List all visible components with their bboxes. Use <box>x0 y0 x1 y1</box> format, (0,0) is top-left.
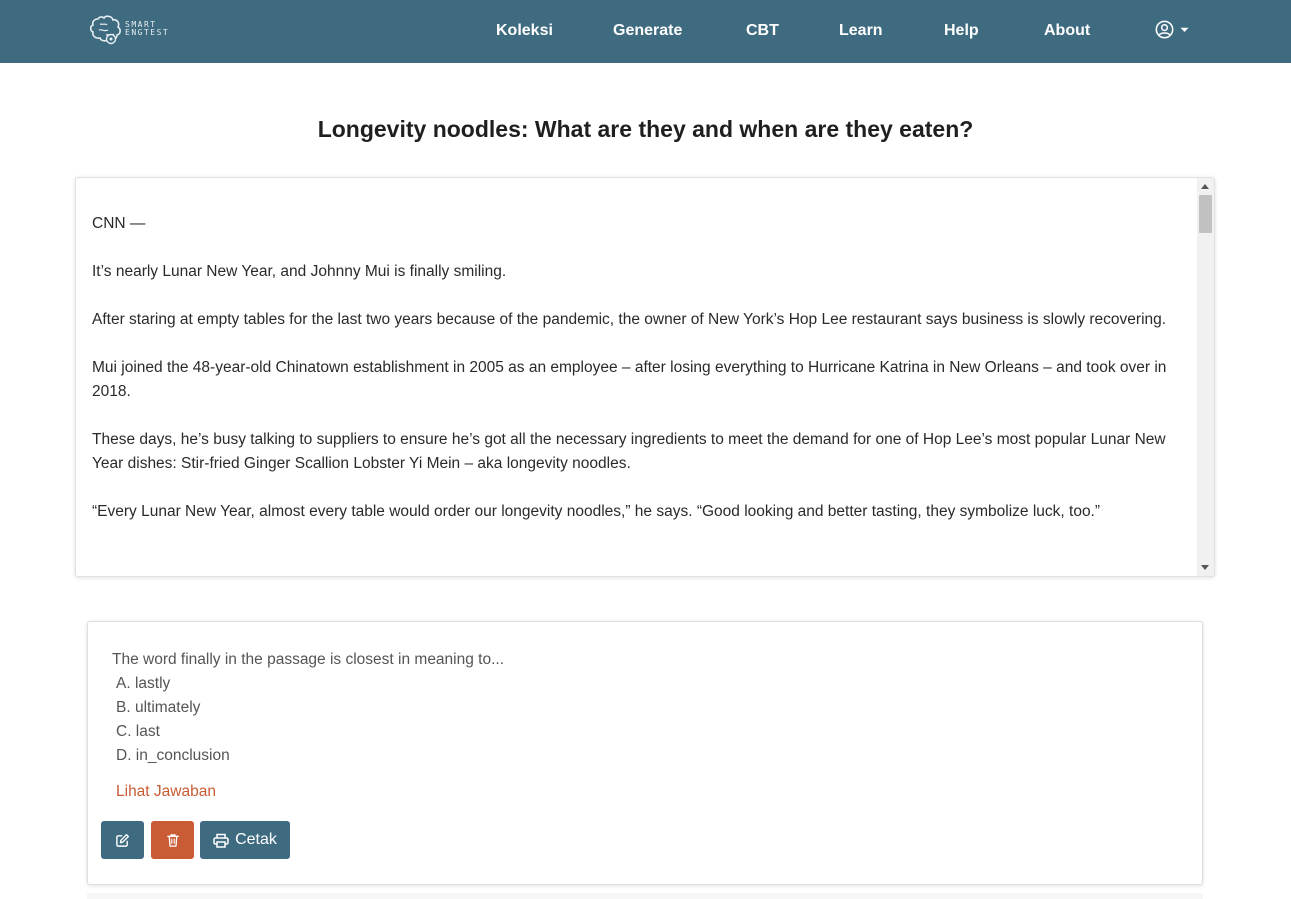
navbar: SMART ENGTEST Koleksi Generate CBT Learn… <box>0 0 1291 63</box>
printer-icon <box>213 833 229 848</box>
page-title: Longevity noodles: What are they and whe… <box>317 116 974 142</box>
passage-paragraph: “Every Lunar New Year, almost every tabl… <box>92 503 1101 520</box>
passage-paragraph: After staring at empty tables for the la… <box>92 311 1167 328</box>
user-circle-icon <box>1155 20 1174 39</box>
show-answer-link[interactable]: Lihat Jawaban <box>116 780 216 804</box>
edit-icon <box>116 833 130 847</box>
delete-button[interactable] <box>151 821 194 859</box>
scroll-down-arrow-icon[interactable] <box>1201 565 1209 570</box>
answer-options: A. lastly B. ultimately C. last D. in_co… <box>116 672 230 768</box>
passage-paragraph: CNN — <box>92 215 146 232</box>
nav-item-generate[interactable]: Generate <box>613 21 682 41</box>
passage-paragraph: These days, he’s busy talking to supplie… <box>92 431 1166 472</box>
logo-line-2: ENGTEST <box>125 28 170 37</box>
nav-item-koleksi[interactable]: Koleksi <box>496 21 553 41</box>
edit-button[interactable] <box>101 821 144 859</box>
passage-content: CNN — It’s nearly Lunar New Year, and Jo… <box>92 212 1182 548</box>
option-c: C. last <box>116 723 160 740</box>
question-card: The word finally in the passage is close… <box>87 621 1203 885</box>
print-button-label: Cetak <box>235 831 277 848</box>
logo-text: SMART ENGTEST <box>125 21 169 37</box>
caret-down-icon <box>1180 27 1189 32</box>
passage-paragraph: It’s nearly Lunar New Year, and Johnny M… <box>92 263 507 280</box>
logo[interactable]: SMART ENGTEST <box>89 11 169 47</box>
brain-logo-icon <box>89 15 121 45</box>
nav-item-learn[interactable]: Learn <box>839 21 883 41</box>
passage-scrollbar[interactable] <box>1197 178 1214 576</box>
print-button[interactable]: Cetak <box>200 821 290 859</box>
next-card-edge <box>87 893 1203 899</box>
scroll-thumb[interactable] <box>1199 195 1212 233</box>
option-d: D. in_conclusion <box>116 747 230 764</box>
passage-box: CNN — It’s nearly Lunar New Year, and Jo… <box>75 177 1215 577</box>
scroll-up-arrow-icon[interactable] <box>1201 184 1209 189</box>
trash-icon <box>166 833 179 847</box>
option-a: A. lastly <box>116 675 171 692</box>
nav-item-help[interactable]: Help <box>944 21 979 41</box>
nav-item-about[interactable]: About <box>1044 21 1090 41</box>
passage-paragraph: Mui joined the 48-year-old Chinatown est… <box>92 359 1167 400</box>
question-text: The word finally in the passage is close… <box>112 651 505 668</box>
option-b: B. ultimately <box>116 699 201 716</box>
nav-item-cbt[interactable]: CBT <box>746 21 779 41</box>
user-menu-toggle[interactable] <box>1155 20 1189 39</box>
